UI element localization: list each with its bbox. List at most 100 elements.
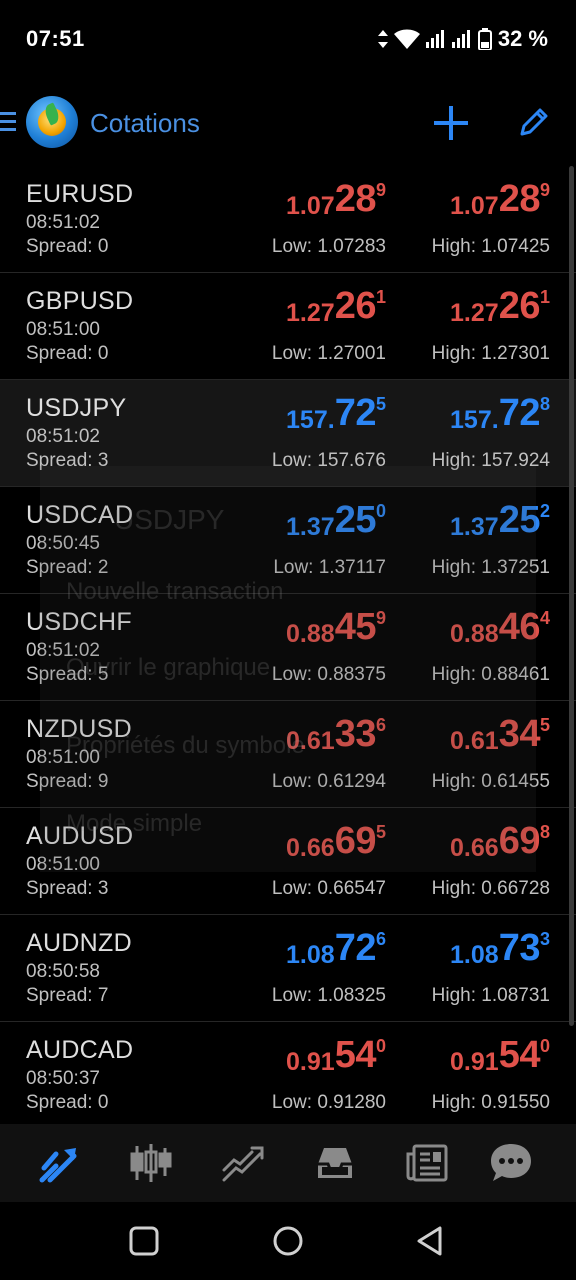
recents-button[interactable] [127, 1224, 161, 1258]
ask-price: 1.08733 [450, 927, 550, 975]
bid-price-pips: 45 [334, 606, 377, 648]
quote-row[interactable]: AUDCAD 08:50:37 Spread: 0 0.91540 0.9154… [0, 1022, 576, 1124]
chart-icon [130, 1144, 172, 1182]
bid-price-prefix: 0.91 [286, 1048, 335, 1076]
chat-icon [491, 1144, 531, 1181]
quotes-list: EURUSD 08:51:02 Spread: 0 1.07289 1.0728… [0, 166, 576, 1124]
quote-row[interactable]: NZDUSD 08:51:00 Spread: 9 0.61336 0.6134… [0, 701, 576, 808]
battery-icon [477, 28, 492, 50]
edit-icon[interactable] [516, 104, 552, 140]
ask-price: 0.66698 [450, 820, 550, 868]
spread-value: Spread: 5 [26, 664, 109, 685]
ask-price: 0.88464 [450, 606, 550, 654]
symbol-name: AUDUSD [26, 822, 134, 850]
ask-price-pips: 73 [498, 927, 541, 969]
data-transfer-icon [377, 30, 388, 48]
ask-price-pips: 26 [498, 285, 541, 327]
quote-row[interactable]: USDJPY 08:51:02 Spread: 3 157.725 157.72… [0, 380, 576, 487]
add-symbol-icon[interactable] [432, 104, 470, 142]
nav-trade[interactable] [220, 1140, 266, 1186]
bid-price: 0.91540 [286, 1034, 386, 1082]
ask-price-fraction: 0 [539, 1036, 550, 1056]
scrollbar[interactable] [569, 166, 574, 1026]
bid-price: 1.08726 [286, 927, 386, 975]
ask-price-fraction: 1 [539, 287, 550, 307]
ask-price-pips: 69 [498, 820, 541, 862]
bid-price: 1.07289 [286, 178, 386, 226]
quote-row[interactable]: USDCAD 08:50:45 Spread: 2 1.37250 1.3725… [0, 487, 576, 594]
ask-price-pips: 54 [498, 1034, 541, 1076]
quote-row[interactable]: EURUSD 08:51:02 Spread: 0 1.07289 1.0728… [0, 166, 576, 273]
quote-row[interactable]: AUDUSD 08:51:00 Spread: 3 0.66695 0.6669… [0, 808, 576, 915]
ask-price-fraction: 2 [539, 501, 550, 521]
bid-price-fraction: 5 [375, 822, 386, 842]
symbol-name: USDCHF [26, 608, 132, 636]
toolbar: Cotations [0, 80, 576, 166]
nav-quotes[interactable] [36, 1140, 82, 1186]
quote-time: 08:51:02 [26, 212, 100, 233]
nav-chart[interactable] [128, 1140, 174, 1186]
symbol-name: USDJPY [26, 394, 127, 422]
symbol-name: AUDCAD [26, 1036, 134, 1064]
bid-price-pips: 54 [334, 1034, 377, 1076]
high-price: High: 1.27301 [431, 343, 550, 364]
home-icon [273, 1226, 303, 1256]
low-price: Low: 0.88375 [271, 664, 386, 685]
bid-price-pips: 28 [334, 178, 377, 220]
bid-price: 0.88459 [286, 606, 386, 654]
bid-price-pips: 25 [334, 499, 377, 541]
quote-row[interactable]: GBPUSD 08:51:00 Spread: 0 1.27261 1.2726… [0, 273, 576, 380]
low-price: Low: 1.07283 [271, 236, 386, 257]
ask-price: 0.91540 [450, 1034, 550, 1082]
status-bar: 07:51 32 % [0, 0, 576, 80]
status-time: 07:51 [26, 26, 85, 51]
bid-price-prefix: 0.61 [286, 727, 335, 755]
bid-price-fraction: 9 [375, 608, 386, 628]
ask-price-pips: 28 [498, 178, 541, 220]
status-icons: 32 % [377, 26, 548, 52]
spread-value: Spread: 0 [26, 343, 109, 364]
low-price: Low: 0.66547 [271, 878, 386, 899]
ask-price-pips: 34 [498, 713, 541, 755]
nav-news[interactable] [404, 1140, 450, 1186]
news-icon [406, 1144, 448, 1182]
ask-price-fraction: 5 [539, 715, 550, 735]
quote-time: 08:51:00 [26, 747, 100, 768]
high-price: High: 0.66728 [431, 878, 550, 899]
spread-value: Spread: 3 [26, 450, 109, 471]
bid-price-prefix: 1.27 [286, 299, 335, 327]
quote-time: 08:50:58 [26, 961, 100, 982]
back-button[interactable] [414, 1224, 448, 1258]
ask-price: 157.728 [450, 392, 550, 440]
high-price: High: 0.88461 [431, 664, 550, 685]
quotes-icon [39, 1148, 77, 1183]
signal-icon-2 [451, 30, 470, 48]
trade-icon [222, 1146, 264, 1182]
menu-icon[interactable] [0, 110, 16, 134]
ask-price: 1.37252 [450, 499, 550, 547]
ask-price-fraction: 3 [539, 929, 550, 949]
quote-row[interactable]: AUDNZD 08:50:58 Spread: 7 1.08726 1.0873… [0, 915, 576, 1022]
ask-price-fraction: 9 [539, 180, 550, 200]
nav-chat[interactable] [488, 1140, 534, 1186]
nav-history[interactable] [312, 1140, 358, 1186]
quote-row[interactable]: USDCHF 08:51:02 Spread: 5 0.88459 0.8846… [0, 594, 576, 701]
bid-price-fraction: 6 [375, 929, 386, 949]
bid-price-fraction: 9 [375, 180, 386, 200]
ask-price-prefix: 0.66 [450, 834, 499, 862]
spread-value: Spread: 0 [26, 1092, 109, 1113]
bid-price-prefix: 1.08 [286, 941, 335, 969]
ask-price-prefix: 0.91 [450, 1048, 499, 1076]
app-logo[interactable] [26, 96, 78, 148]
system-nav [0, 1202, 576, 1280]
bid-price: 157.725 [286, 392, 386, 440]
ask-price: 1.07289 [450, 178, 550, 226]
low-price: Low: 1.27001 [271, 343, 386, 364]
ask-price-prefix: 1.37 [450, 513, 499, 541]
home-button[interactable] [271, 1224, 305, 1258]
ask-price-fraction: 4 [539, 608, 550, 628]
high-price: High: 1.07425 [431, 236, 550, 257]
bid-price: 0.66695 [286, 820, 386, 868]
ask-price-pips: 46 [498, 606, 541, 648]
bid-price: 1.27261 [286, 285, 386, 333]
